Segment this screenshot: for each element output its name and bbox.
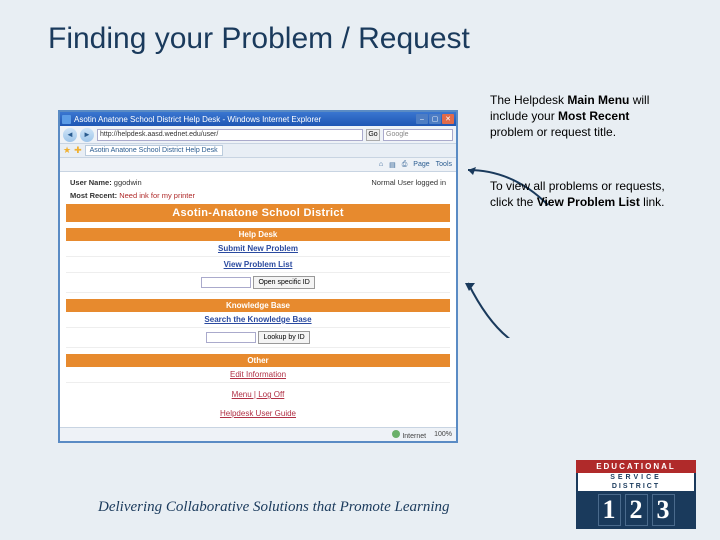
open-specific-row: Open specific ID: [66, 273, 450, 293]
submit-new-problem-link[interactable]: Submit New Problem: [218, 244, 298, 253]
search-kb-row: Search the Knowledge Base: [66, 312, 450, 328]
edit-info-row: Edit Information: [66, 367, 450, 383]
helpdesk-header: Help Desk: [66, 228, 450, 241]
home-icon[interactable]: ⌂: [379, 161, 383, 168]
mostrecent-value[interactable]: Need ink for my printer: [119, 191, 195, 200]
zoom-level[interactable]: 100%: [434, 431, 452, 438]
slide-footer: Delivering Collaborative Solutions that …: [98, 499, 450, 516]
lookup-button[interactable]: Lookup by ID: [258, 331, 309, 344]
ie-window: Asotin Anatone School District Help Desk…: [58, 110, 458, 443]
browser-tab[interactable]: Asotin Anatone School District Help Desk: [85, 145, 223, 156]
menu-logoff-row: Menu | Log Off: [66, 387, 450, 402]
open-id-input[interactable]: [201, 277, 251, 288]
logo-line2: SERVICE: [576, 473, 696, 482]
arrow-to-view-list: [463, 278, 553, 338]
guide-row: Helpdesk User Guide: [66, 406, 450, 421]
caption-view-list: To view all problems or requests, click …: [490, 178, 675, 210]
maximize-button[interactable]: ▢: [429, 114, 441, 124]
username-label: User Name:: [70, 178, 112, 187]
tools-menu[interactable]: Tools: [436, 161, 452, 168]
search-kb-link[interactable]: Search the Knowledge Base: [204, 315, 311, 324]
district-banner: Asotin-Anatone School District: [66, 204, 450, 222]
toolbar: ⌂ ▤ ⎙ Page Tools: [60, 158, 456, 172]
page-content: User Name: ggodwin Normal User logged in…: [60, 172, 456, 427]
close-button[interactable]: ✕: [442, 114, 454, 124]
logo-line3: DISTRICT: [576, 482, 696, 491]
status-internet: Internet: [402, 433, 426, 440]
print-icon[interactable]: ⎙: [402, 161, 408, 169]
user-guide-link[interactable]: Helpdesk User Guide: [220, 409, 296, 418]
logo-number: 123: [576, 491, 696, 529]
minimize-button[interactable]: –: [416, 114, 428, 124]
username-value: ggodwin: [114, 178, 142, 187]
esd-logo: EDUCATIONAL SERVICE DISTRICT 123: [576, 460, 696, 528]
favorites-icon[interactable]: ★: [63, 145, 71, 156]
other-header: Other: [66, 354, 450, 367]
go-button[interactable]: Go: [366, 129, 380, 141]
view-list-row: View Problem List: [66, 257, 450, 273]
logo-line1: EDUCATIONAL: [576, 460, 696, 473]
user-info-row: User Name: ggodwin Normal User logged in: [66, 176, 450, 189]
most-recent-row: Most Recent: Need ink for my printer: [66, 189, 450, 202]
view-problem-list-link[interactable]: View Problem List: [224, 260, 293, 269]
open-specific-button[interactable]: Open specific ID: [253, 276, 314, 289]
tab-bar: ★ ✚ Asotin Anatone School District Help …: [60, 144, 456, 158]
submit-link-row: Submit New Problem: [66, 241, 450, 257]
internet-icon: [392, 430, 400, 438]
status-bar: Internet 100%: [60, 427, 456, 441]
slide-title: Finding your Problem / Request: [0, 0, 720, 56]
back-button[interactable]: ◄: [63, 128, 77, 142]
ie-titlebar: Asotin Anatone School District Help Desk…: [60, 112, 456, 126]
forward-button[interactable]: ►: [80, 128, 94, 142]
caption-main-menu: The Helpdesk Main Menu will include your…: [490, 92, 675, 141]
lookup-row: Lookup by ID: [66, 328, 450, 348]
window-title: Asotin Anatone School District Help Desk…: [74, 115, 416, 124]
mostrecent-label: Most Recent:: [70, 191, 117, 200]
search-box[interactable]: Google: [383, 129, 453, 141]
lookup-id-input[interactable]: [206, 332, 256, 343]
user-status: Normal User logged in: [371, 178, 446, 187]
page-menu[interactable]: Page: [413, 161, 429, 168]
address-bar[interactable]: http://helpdesk.aasd.wednet.edu/user/: [97, 129, 363, 141]
feed-icon[interactable]: ▤: [389, 161, 396, 169]
kb-header: Knowledge Base: [66, 299, 450, 312]
menu-logoff-link[interactable]: Menu | Log Off: [232, 390, 285, 399]
ie-icon: [62, 115, 71, 124]
screenshot-area: Asotin Anatone School District Help Desk…: [58, 110, 458, 443]
nav-bar: ◄ ► http://helpdesk.aasd.wednet.edu/user…: [60, 126, 456, 144]
edit-info-link[interactable]: Edit Information: [230, 370, 286, 379]
add-favorite-icon[interactable]: ✚: [74, 145, 82, 156]
